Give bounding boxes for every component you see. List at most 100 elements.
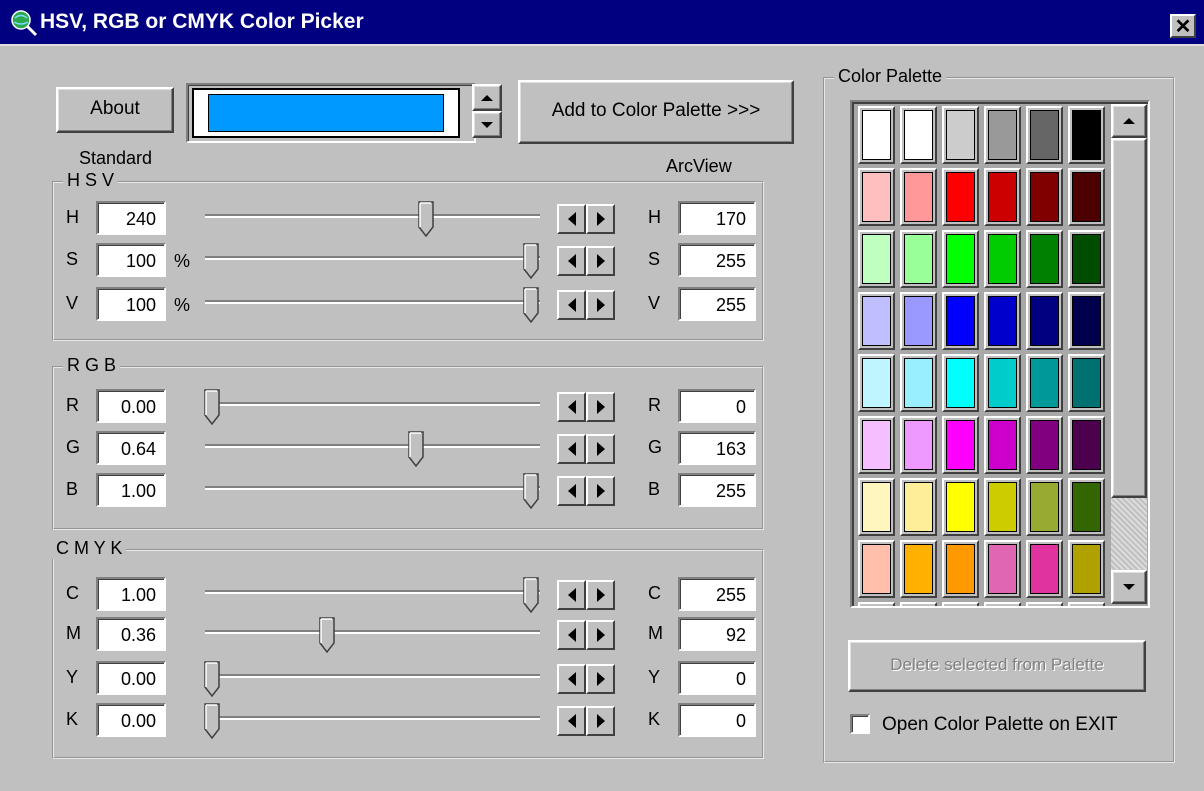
cmyk-c-step-left-button[interactable]: [557, 580, 586, 610]
spin-up-button[interactable]: [472, 84, 502, 111]
palette-swatch[interactable]: [858, 292, 895, 350]
cmyk-y-slider-thumb[interactable]: [204, 661, 220, 697]
palette-swatch[interactable]: [1068, 354, 1105, 412]
palette-swatch[interactable]: [858, 230, 895, 288]
palette-swatch[interactable]: [1026, 230, 1063, 288]
cmyk-y-step-right-button[interactable]: [586, 664, 615, 694]
rgb-g-slider-thumb[interactable]: [408, 431, 424, 467]
scroll-up-button[interactable]: [1111, 104, 1147, 138]
cmyk-k-arcview-field[interactable]: 0: [678, 703, 756, 737]
rgb-r-step-right-button[interactable]: [586, 392, 615, 422]
palette-scrollbar[interactable]: [1111, 104, 1147, 604]
cmyk-y-step-left-button[interactable]: [557, 664, 586, 694]
palette-swatch[interactable]: [1026, 354, 1063, 412]
hsv-s-slider-thumb[interactable]: [523, 243, 539, 279]
cmyk-c-slider-thumb[interactable]: [523, 577, 539, 613]
rgb-b-value-field[interactable]: 1.00: [96, 473, 166, 507]
hsv-s-step-right-button[interactable]: [586, 246, 615, 276]
hsv-h-value-field[interactable]: 240: [96, 201, 166, 235]
open-palette-label[interactable]: Open Color Palette on EXIT: [882, 714, 1118, 736]
rgb-g-value-field[interactable]: 0.64: [96, 431, 166, 465]
hsv-v-slider-thumb[interactable]: [523, 287, 539, 323]
palette-swatch[interactable]: [858, 354, 895, 412]
palette-swatch[interactable]: [900, 416, 937, 474]
hsv-s-value-field[interactable]: 100: [96, 243, 166, 277]
cmyk-c-value-field[interactable]: 1.00: [96, 577, 166, 611]
palette-swatch[interactable]: [1026, 292, 1063, 350]
palette-swatch[interactable]: [900, 478, 937, 536]
palette-swatch[interactable]: [900, 106, 937, 164]
scroll-down-button[interactable]: [1111, 570, 1147, 604]
palette-swatch[interactable]: [984, 230, 1021, 288]
palette-swatch[interactable]: [984, 354, 1021, 412]
hsv-v-value-field[interactable]: 100: [96, 287, 166, 321]
hsv-v-arcview-field[interactable]: 255: [678, 287, 756, 321]
palette-swatch[interactable]: [1068, 478, 1105, 536]
cmyk-m-step-right-button[interactable]: [586, 620, 615, 650]
hsv-h-step-right-button[interactable]: [586, 204, 615, 234]
rgb-b-step-right-button[interactable]: [586, 476, 615, 506]
rgb-r-value-field[interactable]: 0.00: [96, 389, 166, 423]
cmyk-m-slider-thumb[interactable]: [319, 617, 335, 653]
delete-from-palette-button[interactable]: Delete selected from Palette: [848, 640, 1146, 692]
palette-swatch[interactable]: [1068, 540, 1105, 598]
palette-swatch[interactable]: [858, 168, 895, 226]
hsv-h-slider-thumb[interactable]: [417, 201, 434, 237]
palette-swatch[interactable]: [1068, 168, 1105, 226]
palette-swatch[interactable]: [900, 230, 937, 288]
palette-swatch[interactable]: [1068, 416, 1105, 474]
preview-spinner[interactable]: [472, 84, 502, 138]
palette-swatch[interactable]: [984, 540, 1021, 598]
rgb-r-arcview-field[interactable]: 0: [678, 389, 756, 423]
hsv-s-arcview-field[interactable]: 255: [678, 243, 756, 277]
cmyk-m-arcview-field[interactable]: 92: [678, 617, 756, 651]
palette-swatch[interactable]: [984, 292, 1021, 350]
cmyk-c-step-right-button[interactable]: [586, 580, 615, 610]
palette-swatch[interactable]: [858, 478, 895, 536]
palette-swatch[interactable]: [942, 292, 979, 350]
palette-swatch[interactable]: [942, 106, 979, 164]
cmyk-k-step-right-button[interactable]: [586, 706, 615, 736]
cmyk-k-step-left-button[interactable]: [557, 706, 586, 736]
rgb-r-slider-thumb[interactable]: [204, 389, 220, 425]
close-button[interactable]: ✕: [1170, 14, 1196, 38]
rgb-g-step-left-button[interactable]: [557, 434, 586, 464]
cmyk-m-step-left-button[interactable]: [557, 620, 586, 650]
palette-swatch[interactable]: [900, 540, 937, 598]
hsv-v-step-right-button[interactable]: [586, 290, 615, 320]
palette-swatch[interactable]: [900, 168, 937, 226]
palette-swatch[interactable]: [942, 168, 979, 226]
palette-swatch[interactable]: [858, 416, 895, 474]
cmyk-c-arcview-field[interactable]: 255: [678, 577, 756, 611]
hsv-v-step-left-button[interactable]: [557, 290, 586, 320]
hsv-h-arcview-field[interactable]: 170: [678, 201, 756, 235]
palette-swatch[interactable]: [1026, 106, 1063, 164]
palette-swatch[interactable]: [1068, 292, 1105, 350]
palette-swatch[interactable]: [942, 230, 979, 288]
palette-swatch[interactable]: [984, 106, 1021, 164]
rgb-b-slider-thumb[interactable]: [523, 473, 539, 509]
palette-swatch[interactable]: [984, 478, 1021, 536]
palette-swatch[interactable]: [942, 416, 979, 474]
palette-swatch[interactable]: [858, 106, 895, 164]
cmyk-m-value-field[interactable]: 0.36: [96, 617, 166, 651]
rgb-r-step-left-button[interactable]: [557, 392, 586, 422]
rgb-b-arcview-field[interactable]: 255: [678, 473, 756, 507]
about-button[interactable]: About: [56, 87, 174, 133]
rgb-b-step-left-button[interactable]: [557, 476, 586, 506]
palette-swatch[interactable]: [984, 168, 1021, 226]
rgb-g-arcview-field[interactable]: 163: [678, 431, 756, 465]
palette-swatch[interactable]: [900, 292, 937, 350]
palette-swatch[interactable]: [1026, 416, 1063, 474]
palette-swatch[interactable]: [900, 354, 937, 412]
open-palette-checkbox[interactable]: [850, 714, 870, 734]
palette-swatch[interactable]: [942, 540, 979, 598]
palette-swatch[interactable]: [1026, 540, 1063, 598]
palette-swatch[interactable]: [1068, 106, 1105, 164]
hsv-s-step-left-button[interactable]: [557, 246, 586, 276]
cmyk-k-value-field[interactable]: 0.00: [96, 703, 166, 737]
palette-swatch[interactable]: [942, 478, 979, 536]
palette-swatch[interactable]: [1068, 230, 1105, 288]
palette-swatch[interactable]: [984, 416, 1021, 474]
scroll-thumb[interactable]: [1111, 138, 1147, 498]
